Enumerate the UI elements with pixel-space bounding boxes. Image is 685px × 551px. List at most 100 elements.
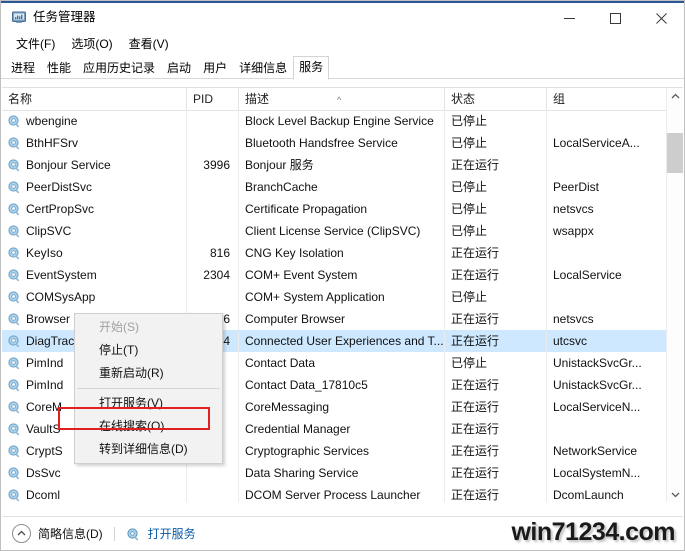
cell-description: COM+ Event System [239, 264, 445, 286]
column-header-name[interactable]: 名称 [2, 88, 187, 110]
table-row[interactable]: BthHFSrv Bluetooth Handsfree Service 已停止 Lo… [2, 132, 666, 154]
table-row[interactable]: CertPropSvc Certificate Propagation 已停止 net… [2, 198, 666, 220]
cell-name: PeerDistSvc [2, 176, 187, 198]
context-menu-item: 开始(S) [99, 320, 139, 334]
table-row[interactable]: KeyIso 816 CNG Key Isolation 正在运行 [2, 242, 666, 264]
cell-status: 已停止 [445, 198, 547, 220]
close-button[interactable] [638, 3, 684, 33]
scroll-up-button[interactable] [667, 88, 683, 105]
context-menu-item[interactable]: 重新启动(R) [75, 362, 222, 385]
cell-status: 正在运行 [445, 264, 547, 286]
cell-group: netsvcs [553, 312, 594, 326]
cell-status: 已停止 [445, 286, 547, 308]
minimize-button[interactable] [546, 3, 592, 33]
cell-group: UnistackSvcGr... [553, 356, 642, 370]
title-bar-left: 任务管理器 [11, 9, 96, 25]
cell-status: 已停止 [445, 110, 547, 132]
cell-name: ClipSVC [2, 220, 187, 242]
cell-group [547, 110, 666, 132]
table-row[interactable]: PeerDistSvc BranchCache 已停止 PeerDist [2, 176, 666, 198]
cell-status: 正在运行 [445, 308, 547, 330]
cell-description: BranchCache [239, 176, 445, 198]
cell-pid [187, 110, 239, 132]
cell-pid: 2304 [187, 264, 239, 286]
cell-status: 正在运行 [445, 154, 547, 176]
table-row[interactable]: DsSvc Data Sharing Service 正在运行 LocalSystem… [2, 462, 666, 484]
tab-users[interactable]: 用户 [197, 57, 233, 80]
scrollbar-thumb[interactable] [667, 133, 683, 173]
tab-details[interactable]: 详细信息 [233, 57, 293, 80]
status-bar: 简略信息(D) 打开服务 win71234.com [2, 516, 683, 549]
table-row[interactable]: ClipSVC Client License Service (ClipSVC) 已… [2, 220, 666, 242]
cell-description: Bonjour 服务 [239, 154, 445, 176]
chevron-up-circle-icon[interactable] [12, 524, 31, 543]
cell-status: 已停止 [445, 132, 547, 154]
tab-app-history[interactable]: 应用历史记录 [77, 57, 161, 80]
menu-file[interactable]: 文件(F) [9, 34, 62, 54]
scrollbar-track[interactable] [667, 105, 683, 486]
menu-view[interactable]: 查看(V) [122, 34, 176, 54]
column-header-pid[interactable]: PID [187, 88, 239, 110]
column-header-group[interactable]: 组 [547, 88, 666, 110]
column-header-description-label: 描述 [245, 92, 270, 106]
cell-description: Bluetooth Handsfree Service [239, 132, 445, 154]
vertical-scrollbar[interactable] [666, 88, 683, 502]
cell-description: Connected User Experiences and T... [239, 330, 445, 352]
cell-pid [187, 286, 239, 308]
context-menu-item[interactable]: 打开服务(V) [75, 392, 222, 415]
cell-pid: 3996 [187, 154, 239, 176]
cell-status: 正在运行 [445, 396, 547, 418]
cell-name: EventSystem [2, 264, 187, 286]
table-row[interactable]: wbengine Block Level Backup Engine Servic… [2, 110, 666, 132]
cell-description: Client License Service (ClipSVC) [239, 220, 445, 242]
table-row[interactable]: COMSysApp COM+ System Application 已停止 [2, 286, 666, 308]
tab-strip: 进程 性能 应用历史记录 启动 用户 详细信息 服务 [1, 56, 684, 80]
cell-group: wsappx [553, 224, 594, 238]
cell-group: LocalService [553, 268, 622, 282]
context-menu-item[interactable]: 停止(T) [75, 339, 222, 362]
cell-name: DsSvc [2, 462, 187, 484]
cell-pid [187, 484, 239, 502]
fewer-details-label[interactable]: 简略信息(D) [38, 525, 103, 542]
cell-pid [187, 132, 239, 154]
status-bar-left: 简略信息(D) 打开服务 [12, 524, 196, 543]
cell-pid [187, 462, 239, 484]
cell-description: Data Sharing Service [239, 462, 445, 484]
table-row[interactable]: EventSystem 2304 COM+ Event System 正在运行 Loca… [2, 264, 666, 286]
service-context-menu: 开始(S) 停止(T) 重新启动(R) 打开服务(V) 在线搜索(O) 转到详细信息(D) [74, 313, 223, 464]
status-bar-divider [113, 526, 115, 541]
cell-pid [187, 198, 239, 220]
cell-description: Certificate Propagation [239, 198, 445, 220]
cell-group: UnistackSvcGr... [553, 378, 642, 392]
column-header-description[interactable]: 描述 ^ [239, 88, 445, 110]
cell-group: PeerDist [553, 180, 600, 194]
table-row[interactable]: Dcoml DCOM Server Process Launcher 正在运行 Dco… [2, 484, 666, 502]
tab-processes[interactable]: 进程 [5, 57, 41, 80]
cell-status: 正在运行 [445, 484, 547, 502]
cell-description: DCOM Server Process Launcher [239, 484, 445, 502]
cell-name: BthHFSrv [2, 132, 187, 154]
column-header-status[interactable]: 状态 [445, 88, 547, 110]
tab-services[interactable]: 服务 [293, 56, 330, 80]
cell-description: Block Level Backup Engine Service [239, 110, 445, 132]
task-manager-window: 任务管理器 文件(F) 选项(O) 查看(V) 进程 性能 应用历史记录 启动 … [0, 0, 685, 551]
task-manager-icon [11, 9, 27, 25]
scroll-down-button[interactable] [667, 486, 683, 502]
menu-options[interactable]: 选项(O) [64, 34, 119, 54]
gear-icon [126, 527, 141, 541]
menu-bar: 文件(F) 选项(O) 查看(V) [1, 33, 684, 55]
context-menu-item[interactable]: 在线搜索(O) [75, 415, 222, 438]
table-row[interactable]: Bonjour Service 3996 Bonjour 服务 正在运行 [2, 154, 666, 176]
cell-name: KeyIso [2, 242, 187, 264]
cell-name: wbengine [2, 110, 187, 132]
open-services-link[interactable]: 打开服务 [148, 525, 196, 542]
tab-performance[interactable]: 性能 [41, 57, 77, 80]
context-menu-item[interactable]: 转到详细信息(D) [75, 438, 222, 461]
maximize-button[interactable] [592, 3, 638, 33]
cell-group: netsvcs [553, 202, 594, 216]
cell-group [547, 242, 666, 264]
cell-status: 正在运行 [445, 418, 547, 440]
tab-strip-divider [1, 78, 684, 79]
tab-startup[interactable]: 启动 [161, 57, 197, 80]
cell-group: LocalSystemN... [553, 466, 641, 480]
